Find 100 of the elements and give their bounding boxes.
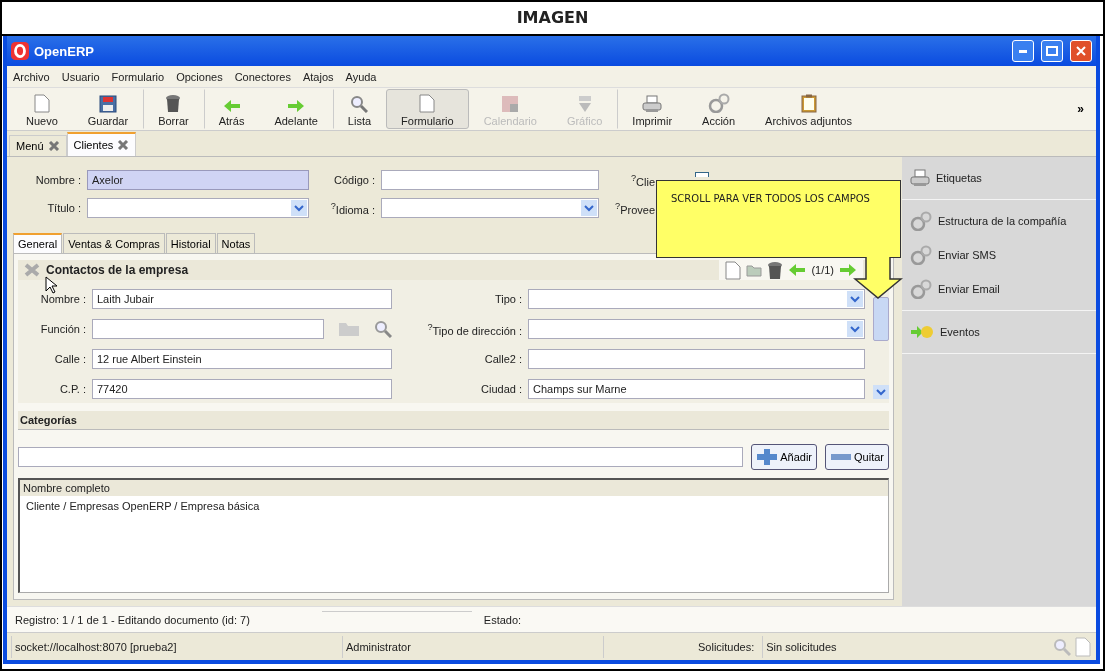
- close-icon[interactable]: [117, 140, 130, 150]
- text-field[interactable]: Axelor: [87, 170, 309, 190]
- toolbar-button[interactable]: Imprimir: [617, 89, 688, 129]
- text-field[interactable]: [528, 349, 865, 369]
- toolbar-button[interactable]: Guardar: [72, 89, 144, 129]
- page-icon[interactable]: [1075, 636, 1092, 657]
- page-icon: [419, 94, 436, 113]
- sidebar-item[interactable]: Enviar SMS: [902, 238, 1096, 272]
- maximize-icon: [1046, 46, 1058, 56]
- column-header[interactable]: Nombre completo: [20, 480, 888, 496]
- field-label: Calle2 :: [483, 353, 522, 365]
- toolbar-button[interactable]: Adelante: [259, 89, 333, 129]
- remove-button[interactable]: Quitar: [825, 444, 889, 470]
- sidebar-item[interactable]: Eventos: [902, 315, 1096, 349]
- toolbar-button[interactable]: Nuevo: [11, 89, 73, 129]
- menu-item[interactable]: Conectores: [234, 70, 291, 83]
- section-title: Contactos de la empresa: [46, 263, 189, 277]
- field-label: Calle :: [53, 353, 86, 365]
- close-button[interactable]: [1070, 40, 1092, 62]
- text-field[interactable]: Laith Jubair: [92, 289, 392, 309]
- field-label: C.P. :: [58, 383, 86, 395]
- dropdown-field[interactable]: [87, 198, 309, 218]
- toolbar-button[interactable]: Formulario: [386, 89, 469, 129]
- text-field[interactable]: [381, 170, 599, 190]
- text-field[interactable]: 77420: [92, 379, 392, 399]
- printer-icon: [910, 169, 930, 187]
- printer-icon: [642, 95, 663, 113]
- folder-icon[interactable]: [746, 263, 763, 277]
- field-label: $^{?}$Tipo de dirección :: [426, 321, 522, 337]
- close-icon[interactable]: [47, 141, 60, 151]
- arrow-bulb-icon: [910, 325, 934, 339]
- add-button[interactable]: Añadir: [751, 444, 818, 470]
- toolbar-button[interactable]: Acción: [687, 89, 751, 129]
- dropdown-field[interactable]: [528, 319, 865, 339]
- menu-item[interactable]: Formulario: [111, 70, 165, 83]
- page-icon: [33, 94, 50, 113]
- state-label: Estado:: [483, 613, 522, 626]
- gears-icon: [910, 211, 932, 231]
- search-icon[interactable]: [1053, 637, 1072, 656]
- requests-label: Solicitudes:: [697, 640, 756, 653]
- pager-text: (1/1): [811, 264, 834, 276]
- text-field[interactable]: 12 rue Albert Einstein: [92, 349, 392, 369]
- notebook-tab[interactable]: General: [13, 233, 63, 253]
- field-label: $^{?}$Idioma :: [329, 200, 375, 216]
- clipboard-icon: [800, 94, 817, 113]
- funnel-icon: [576, 95, 593, 113]
- menu-item[interactable]: Ayuda: [345, 70, 377, 83]
- gears-icon: [910, 245, 932, 265]
- sidebar-item[interactable]: Etiquetas: [902, 161, 1096, 195]
- field-label: Tipo :: [493, 293, 522, 305]
- text-field[interactable]: Champs sur Marne: [528, 379, 865, 399]
- mouse-cursor-icon: [45, 276, 57, 294]
- sidebar-item[interactable]: Enviar Email: [902, 272, 1096, 306]
- dropdown-field[interactable]: [528, 289, 865, 309]
- toolbar-button[interactable]: Atrás: [203, 89, 260, 129]
- table-cell-text: Cliente / Empresas OpenERP / Empresa básica: [25, 499, 261, 514]
- field-label: Título :: [46, 202, 81, 214]
- dropdown-field[interactable]: [381, 198, 599, 218]
- toolbar-button[interactable]: Archivos adjuntos: [750, 89, 867, 129]
- notebook-tab[interactable]: Historial: [165, 233, 216, 253]
- category-search-field[interactable]: [18, 447, 744, 467]
- calendar-icon: [501, 95, 520, 113]
- notebook-tab[interactable]: Ventas & Compras: [63, 233, 165, 253]
- notebook-tab[interactable]: Notas: [216, 233, 256, 253]
- minus-icon: [830, 453, 853, 461]
- chevron-down-icon: [850, 295, 860, 303]
- scroll-hint-tooltip: SCROLL PARA VER TODOS LOS CAMPOS: [656, 180, 901, 258]
- minimize-icon: [1019, 49, 1027, 53]
- checkbox[interactable]: [695, 172, 709, 177]
- app-logo-icon: [11, 42, 29, 60]
- field-label: $^{?}$Clie: [629, 172, 655, 188]
- chevron-down-icon: [584, 204, 594, 212]
- maximize-button[interactable]: [1041, 40, 1063, 62]
- menu-item[interactable]: Opciones: [176, 70, 223, 83]
- toolbar-button[interactable]: Borrar: [143, 89, 204, 129]
- chevron-down-icon: [294, 204, 304, 212]
- menu-item[interactable]: Atajos: [302, 70, 334, 83]
- relation-field[interactable]: [92, 319, 324, 339]
- close-icon: [1076, 46, 1086, 56]
- field-label: Ciudad :: [480, 383, 522, 395]
- gears-icon: [910, 279, 932, 299]
- document-tab[interactable]: Menú: [9, 135, 67, 156]
- document-tab[interactable]: Clientes: [66, 132, 137, 156]
- folder-icon[interactable]: [338, 321, 360, 337]
- minimize-button[interactable]: [1012, 40, 1034, 62]
- left-arrow-icon: [222, 99, 241, 113]
- previous-left-arrow-icon: [788, 263, 807, 277]
- field-label: Nombre :: [34, 174, 81, 186]
- menu-item[interactable]: Archivo: [13, 70, 50, 83]
- search-icon: [350, 95, 369, 113]
- field-label: Función :: [39, 323, 86, 335]
- sidebar-item[interactable]: Estructura de la compañía: [902, 204, 1096, 238]
- search-icon[interactable]: [374, 320, 392, 338]
- field-label: Nombre :: [39, 293, 86, 305]
- menu-item[interactable]: Usuario: [61, 70, 100, 83]
- scrollbar[interactable]: [873, 297, 889, 399]
- window-title: OpenERP: [34, 43, 94, 59]
- more-button[interactable]: »: [1069, 102, 1092, 116]
- bin-icon: [165, 94, 182, 113]
- chevron-down-icon: [876, 388, 886, 396]
